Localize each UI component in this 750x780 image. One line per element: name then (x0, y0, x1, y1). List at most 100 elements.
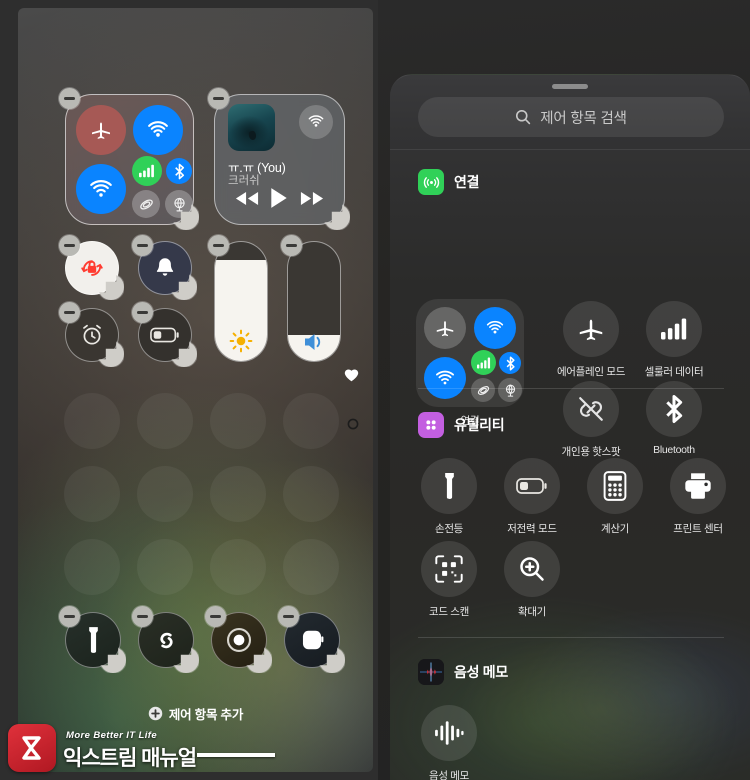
empty-slot[interactable] (137, 466, 193, 522)
screen-record-control[interactable] (205, 606, 272, 673)
battery-low-icon (516, 478, 547, 494)
empty-slot[interactable] (137, 393, 193, 449)
empty-slot[interactable] (137, 539, 193, 595)
bluetooth-icon (666, 395, 683, 423)
remove-badge-record[interactable] (205, 606, 226, 627)
search-placeholder: 제어 항목 검색 (540, 110, 627, 127)
tile-personal-hotspot[interactable]: 개인용 핫스팟 (558, 381, 624, 459)
cellular-bars-icon (660, 318, 686, 340)
vpn-toggle-gallery[interactable] (498, 378, 522, 402)
cellular-bars-icon (476, 357, 490, 368)
satellite-toggle-gallery[interactable] (471, 378, 495, 402)
tile-low-power-mode[interactable]: 저전력 모드 (499, 458, 565, 536)
tile-voice-memo[interactable]: 음성 메모 (416, 705, 482, 780)
airplane-mode-toggle-gallery[interactable] (424, 307, 466, 349)
empty-slot[interactable] (64, 539, 120, 595)
apple-watch-control[interactable] (278, 606, 345, 673)
flashlight-icon (444, 473, 454, 499)
remove-badge-flashlight[interactable] (59, 606, 80, 627)
remove-badge-brightness[interactable] (208, 235, 229, 256)
tile-airplane-mode[interactable]: 에어플레인 모드 (557, 301, 625, 379)
volume-slider[interactable] (287, 241, 341, 362)
bluetooth-toggle-gallery[interactable] (499, 352, 521, 374)
resize-handle-flashlight[interactable] (100, 647, 126, 673)
waveform-icon (435, 721, 464, 745)
bluetooth-icon (506, 356, 515, 370)
airplay-icon (308, 115, 324, 127)
search-divider (390, 149, 750, 150)
watermark-logo (8, 724, 56, 772)
remove-badge-watch[interactable] (278, 606, 299, 627)
add-control-button[interactable]: 제어 항목 추가 (18, 704, 373, 723)
cellular-data-toggle[interactable] (132, 156, 162, 186)
satellite-toggle[interactable] (132, 190, 160, 218)
cellular-toggle-gallery[interactable] (471, 350, 496, 375)
flashlight-control[interactable] (59, 606, 126, 673)
play-button[interactable] (270, 187, 288, 214)
empty-slot[interactable] (64, 466, 120, 522)
divider-after-utilities (418, 637, 724, 638)
rewind-button[interactable] (235, 190, 259, 212)
low-power-mode-toggle[interactable] (132, 302, 197, 367)
section-header-voice-memos: 음성 메모 (418, 659, 508, 685)
airdrop-toggle-gallery[interactable] (474, 307, 516, 349)
airplane-mode-toggle[interactable] (76, 105, 126, 155)
tile-label: 저전력 모드 (507, 523, 557, 535)
page-indicator-second[interactable] (347, 417, 359, 435)
shazam-control[interactable] (132, 606, 199, 673)
tile-cellular-data[interactable]: 셀룰러 데이터 (641, 301, 707, 379)
page-indicator-favorites[interactable] (344, 368, 359, 387)
heart-icon (344, 369, 359, 382)
empty-slot[interactable] (210, 539, 266, 595)
watch-icon (302, 630, 324, 650)
tile-calculator[interactable]: 계산기 (582, 458, 648, 536)
sheet-grabber[interactable] (552, 84, 588, 89)
media-playback-widget[interactable]: ㅠ.ㅠ (You) 크러쉬 (208, 88, 350, 230)
tile-code-scanner[interactable]: 코드 스캔 (416, 541, 482, 619)
search-input[interactable]: 제어 항목 검색 (418, 97, 724, 137)
remove-badge-shazam[interactable] (132, 606, 153, 627)
tile-magnifier[interactable]: 확대기 (499, 541, 565, 619)
connectivity-group-tile[interactable] (416, 299, 524, 407)
tile-bluetooth[interactable]: Bluetooth (641, 381, 707, 456)
tile-circle (421, 541, 477, 597)
watermark-tagline: More Better IT Life (66, 730, 157, 741)
fastforward-button[interactable] (300, 190, 324, 212)
resize-handle-battery[interactable] (171, 341, 197, 367)
remove-badge-rotation[interactable] (59, 235, 80, 256)
remove-badge-alarm[interactable] (59, 302, 80, 323)
remove-badge-battery[interactable] (132, 302, 153, 323)
remove-badge-media[interactable] (208, 88, 229, 109)
connectivity-module[interactable] (59, 88, 199, 230)
brightness-slider[interactable] (214, 241, 268, 362)
empty-slot[interactable] (283, 466, 339, 522)
airplay-button[interactable] (299, 105, 333, 139)
tile-print-center[interactable]: 프린트 센터 (665, 458, 731, 536)
airdrop-toggle[interactable] (133, 105, 183, 155)
play-icon (271, 188, 288, 208)
airplane-icon (579, 319, 603, 341)
empty-slot[interactable] (283, 539, 339, 595)
utilities-icon (426, 420, 436, 430)
rotation-lock-toggle[interactable] (59, 235, 124, 300)
tile-circle (646, 301, 702, 357)
alarm-toggle[interactable] (59, 302, 124, 367)
remove-badge-bell[interactable] (132, 235, 153, 256)
wifi-toggle[interactable] (76, 164, 126, 214)
tile-label: 계산기 (600, 523, 630, 535)
bell-icon (156, 258, 174, 276)
speaker-icon (305, 334, 321, 350)
bluetooth-toggle[interactable] (166, 158, 192, 184)
empty-slot[interactable] (210, 393, 266, 449)
silent-mode-toggle[interactable] (132, 235, 197, 300)
airdrop-icon (148, 121, 168, 137)
tile-flashlight[interactable]: 손전등 (416, 458, 482, 536)
remove-badge-connectivity[interactable] (59, 88, 80, 109)
empty-slot[interactable] (283, 393, 339, 449)
empty-slot[interactable] (64, 393, 120, 449)
tile-circle (563, 301, 619, 357)
empty-slot[interactable] (210, 466, 266, 522)
remove-badge-volume[interactable] (281, 235, 302, 256)
wifi-toggle-gallery[interactable] (424, 357, 466, 399)
tile-circle (421, 705, 477, 761)
